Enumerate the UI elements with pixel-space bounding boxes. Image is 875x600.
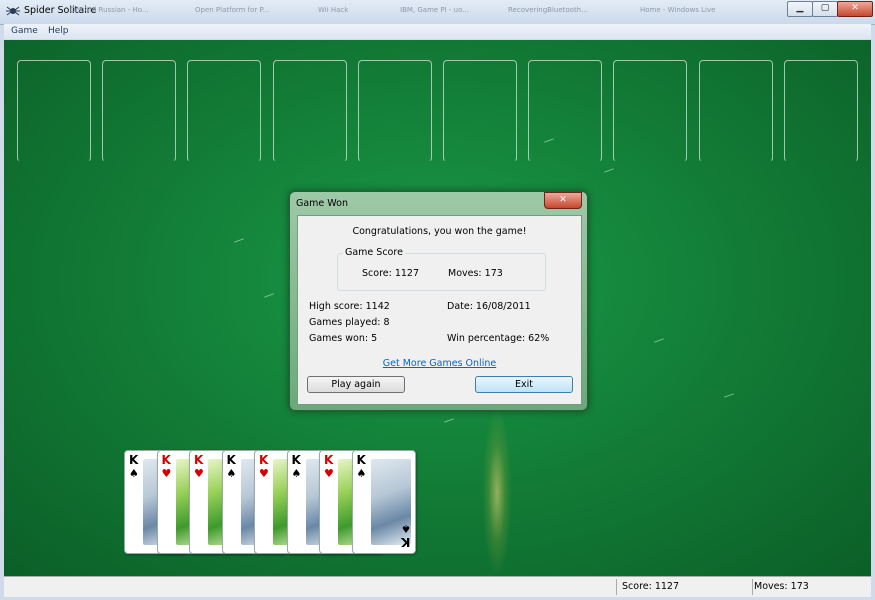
tableau-column[interactable]: [784, 60, 858, 162]
spade-suit-icon: ♠: [291, 467, 302, 480]
completed-king-card: K ♠ K ♠: [351, 450, 416, 554]
card-rank: K: [259, 453, 269, 467]
tableau-column[interactable]: [273, 60, 347, 162]
card-rank: K: [161, 453, 171, 467]
firework-trail: [482, 408, 512, 578]
heart-suit-icon: ♥: [194, 467, 204, 480]
heart-suit-icon: ♥: [161, 467, 172, 480]
menu-game[interactable]: Game: [11, 26, 38, 36]
firework-sparkle: [724, 393, 734, 398]
tableau-column[interactable]: [443, 60, 517, 162]
congratulations-message: Congratulations, you won the game!: [352, 226, 527, 237]
dialog-body: Congratulations, you won the game! Game …: [297, 215, 582, 405]
games-played: Games played: 8: [309, 317, 390, 328]
status-separator: [752, 579, 753, 595]
menu-help[interactable]: Help: [48, 26, 69, 36]
background-tab: Discord Russian - Ho...: [70, 6, 149, 14]
firework-sparkle: [444, 418, 454, 423]
game-score-label: Game Score: [343, 247, 405, 258]
spade-suit-icon: ♠: [129, 467, 139, 480]
tableau-column[interactable]: [699, 60, 773, 162]
status-bar: Score: 1127 Moves: 173: [4, 576, 871, 597]
dialog-moves: Moves: 173: [448, 268, 503, 279]
card-rank: K: [291, 453, 301, 467]
tableau-column[interactable]: [613, 60, 687, 162]
maximize-button[interactable]: ▢: [812, 1, 838, 17]
minimize-button[interactable]: ▁: [787, 1, 813, 17]
spider-icon: [6, 6, 20, 16]
tableau-column[interactable]: [358, 60, 432, 162]
exit-button[interactable]: Exit: [475, 376, 573, 393]
card-rank: K: [226, 453, 236, 467]
menu-bar: Game Help: [4, 24, 871, 39]
heart-suit-icon: ♥: [324, 467, 334, 480]
title-bar: Spider Solitaire Discord Russian - Ho...…: [0, 0, 875, 25]
background-tab: IBM, Game PI - uo...: [400, 6, 469, 14]
background-tab: Open Platform for P...: [195, 6, 270, 14]
close-window-button[interactable]: ✕: [837, 1, 873, 17]
card-rank: K: [356, 453, 366, 467]
get-more-games-link[interactable]: Get More Games Online: [298, 358, 581, 369]
dialog-title: Game Won: [296, 198, 348, 209]
firework-sparkle: [264, 293, 274, 298]
win-percentage: Win percentage: 62%: [447, 333, 550, 344]
card-rank: K: [129, 453, 139, 467]
firework-sparkle: [604, 168, 614, 173]
background-tab: Wii Hack: [318, 6, 349, 14]
status-separator: [616, 579, 617, 595]
background-tab: Home - Windows Live: [640, 6, 716, 14]
game-score-group: Game Score Score: 1127 Moves: 173: [337, 247, 546, 291]
card-rank-corner: K: [401, 535, 411, 549]
high-score: High score: 1142: [309, 301, 390, 312]
play-again-button[interactable]: Play again: [307, 376, 405, 393]
tableau-column[interactable]: [528, 60, 602, 162]
dialog-close-button[interactable]: ✕: [544, 192, 582, 209]
tableau-column[interactable]: [17, 60, 91, 162]
spade-suit-icon: ♠: [356, 467, 367, 480]
spade-suit-icon: ♠: [226, 467, 237, 480]
firework-sparkle: [654, 338, 664, 343]
firework-sparkle: [234, 238, 244, 243]
spade-suit-icon: ♠: [400, 522, 411, 535]
tableau-column[interactable]: [187, 60, 261, 162]
card-rank: K: [324, 453, 334, 467]
status-score: Score: 1127: [622, 581, 680, 592]
game-won-dialog: Game Won ✕ Congratulations, you won the …: [289, 191, 588, 411]
tableau-column[interactable]: [102, 60, 176, 162]
games-won: Games won: 5: [309, 333, 378, 344]
background-tab: RecoveringBluetooth...: [508, 6, 588, 14]
game-date: Date: 16/08/2011: [447, 301, 531, 312]
card-rank: K: [194, 453, 204, 467]
heart-suit-icon: ♥: [259, 467, 269, 480]
dialog-score: Score: 1127: [362, 268, 420, 279]
status-moves: Moves: 173: [754, 581, 809, 592]
